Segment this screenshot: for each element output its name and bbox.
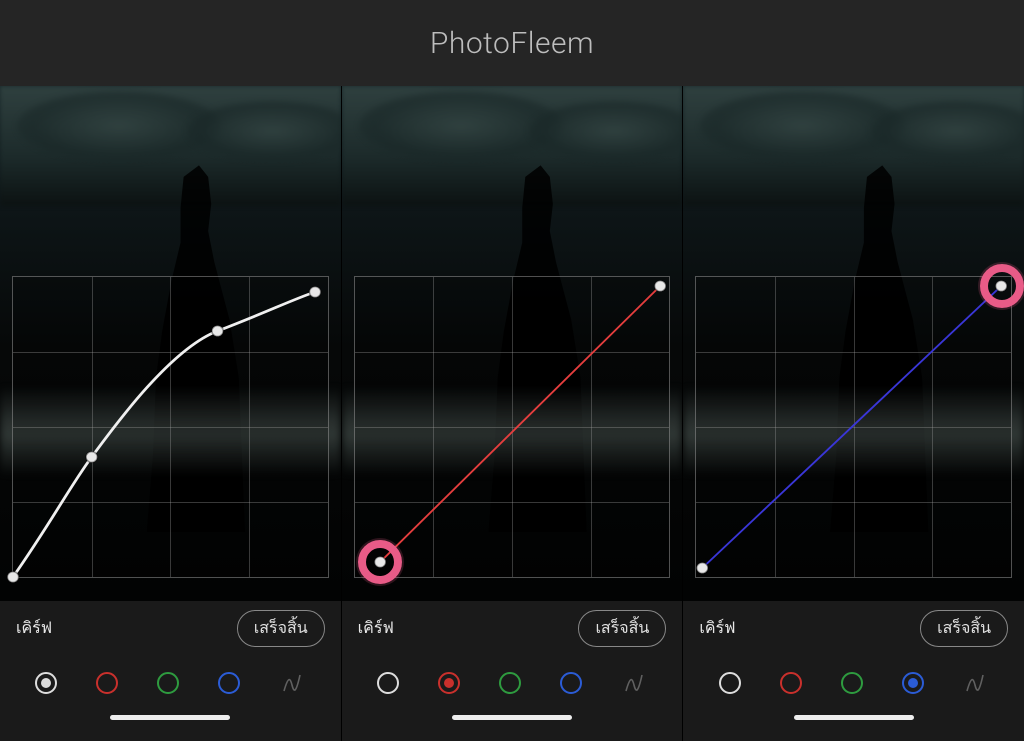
photo-preview	[342, 86, 683, 601]
photo-preview	[683, 86, 1024, 601]
curve-control-point[interactable]	[7, 572, 18, 583]
curve-control-point[interactable]	[374, 557, 385, 568]
home-indicator[interactable]	[794, 715, 914, 720]
channel-red[interactable]	[780, 672, 802, 694]
panel-row: เคิร์ฟ เสร็จสิ้น	[0, 86, 1024, 741]
parametric-icon[interactable]	[962, 670, 988, 696]
mode-label: เคิร์ฟ	[16, 616, 52, 641]
curve-grid[interactable]	[12, 276, 329, 578]
editor-panel-2: เคิร์ฟ เสร็จสิ้น	[341, 86, 684, 741]
channel-white[interactable]	[35, 672, 57, 694]
channel-green[interactable]	[157, 672, 179, 694]
home-indicator[interactable]	[110, 715, 230, 720]
curve-grid[interactable]	[695, 276, 1012, 578]
done-button[interactable]: เสร็จสิ้น	[920, 610, 1008, 647]
channel-blue[interactable]	[218, 672, 240, 694]
parametric-icon[interactable]	[621, 670, 647, 696]
curve-control-point[interactable]	[654, 281, 665, 292]
curve-control-point[interactable]	[212, 326, 223, 337]
editor-panel-1: เคิร์ฟ เสร็จสิ้น	[0, 86, 341, 741]
mode-label: เคิร์ฟ	[358, 616, 394, 641]
home-indicator[interactable]	[452, 715, 572, 720]
header-bar: PhotoFleem	[0, 0, 1024, 86]
channel-red[interactable]	[438, 672, 460, 694]
curve-control-point[interactable]	[697, 563, 708, 574]
channel-white[interactable]	[377, 672, 399, 694]
channel-white[interactable]	[719, 672, 741, 694]
channel-green[interactable]	[499, 672, 521, 694]
curve-control-point[interactable]	[996, 281, 1007, 292]
done-button[interactable]: เสร็จสิ้น	[237, 610, 325, 647]
app-title: PhotoFleem	[430, 26, 594, 61]
photo-preview	[0, 86, 341, 601]
channel-red[interactable]	[96, 672, 118, 694]
curve-control-point[interactable]	[86, 452, 97, 463]
channel-green[interactable]	[841, 672, 863, 694]
done-button[interactable]: เสร็จสิ้น	[578, 610, 666, 647]
curve-grid[interactable]	[354, 276, 671, 578]
parametric-icon[interactable]	[279, 670, 305, 696]
curve-control-point[interactable]	[309, 287, 320, 298]
channel-blue[interactable]	[560, 672, 582, 694]
mode-label: เคิร์ฟ	[699, 616, 735, 641]
editor-panel-3: เคิร์ฟ เสร็จสิ้น	[683, 86, 1024, 741]
channel-blue[interactable]	[902, 672, 924, 694]
